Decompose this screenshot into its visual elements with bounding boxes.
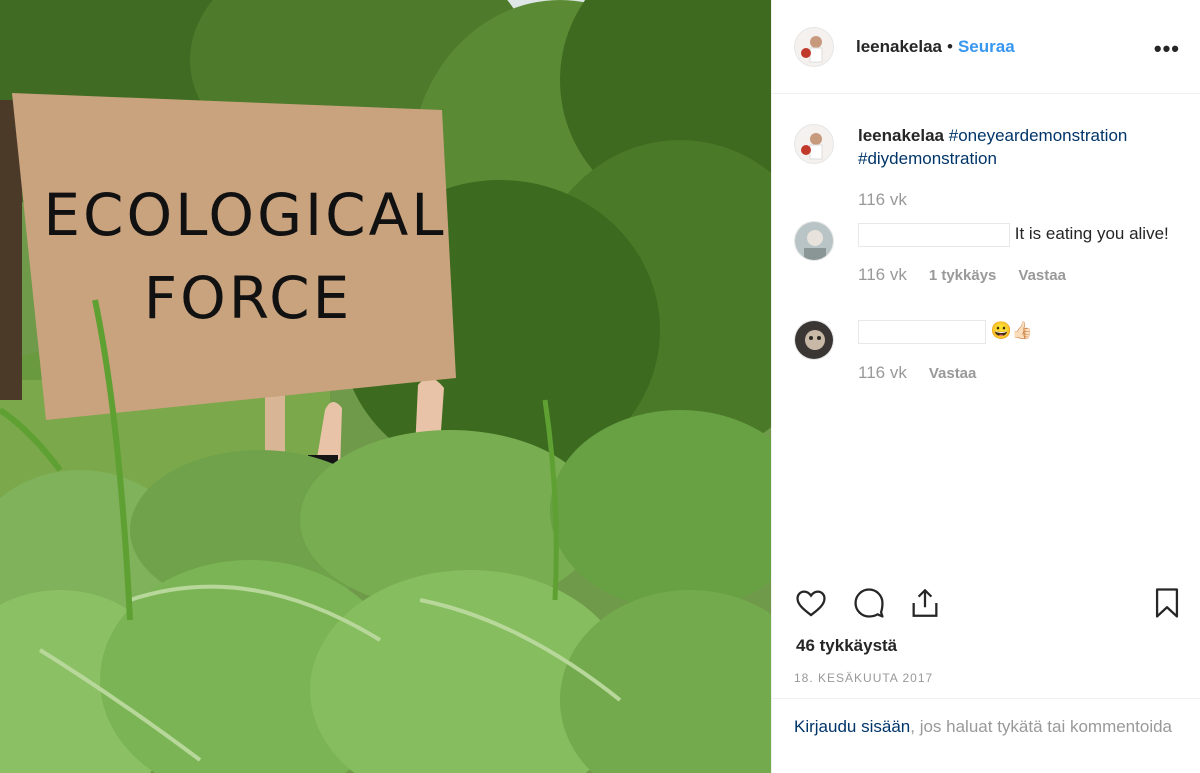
follow-button[interactable]: Seuraa [958,37,1015,56]
comment-timestamp[interactable]: 116 vk [858,265,907,284]
hashtag-link[interactable]: #oneyeardemonstration [949,126,1128,145]
commenter-avatar[interactable] [794,221,834,261]
header-username[interactable]: leenakelaa [856,37,942,56]
caption-username[interactable]: leenakelaa [858,126,944,145]
sign-text-line1: ECOLOGICAL [43,181,446,249]
comment-item: It is eating you alive! [858,222,1188,247]
author-avatar[interactable] [794,27,834,67]
reply-button[interactable]: Vastaa [929,365,977,382]
hashtag-link[interactable]: #diydemonstration [858,149,997,168]
more-options-icon[interactable]: ••• [1154,36,1180,62]
comment-timestamp[interactable]: 116 vk [858,363,907,382]
caption-avatar-image [795,125,833,163]
header-separator: • [947,37,953,56]
caption-timestamp[interactable]: 116 vk [858,190,907,209]
comment-meta: 116 vk Vastaa [858,363,976,383]
comment-text: 😀👍🏻 [990,321,1034,340]
commenter-avatar-image [795,321,833,359]
reply-button[interactable]: Vastaa [1018,267,1066,284]
redacted-username [858,319,986,344]
author-avatar-image [795,28,833,66]
caption-avatar[interactable] [794,124,834,164]
caption-text: leenakelaa #oneyeardemonstration #diydem… [858,124,1178,170]
post-date: 18. KESÄKUUTA 2017 [794,671,934,685]
login-link[interactable]: Kirjaudu sisään [794,717,910,736]
post-photo[interactable]: ECOLOGICAL FORCE [0,0,771,773]
comment-likes-link[interactable]: 1 tykkäys [929,267,997,284]
sign-text-line2: FORCE [144,264,353,332]
comment-item: 😀👍🏻 [858,319,1178,344]
photo-scene: ECOLOGICAL FORCE [0,0,771,773]
heart-icon[interactable] [794,586,828,625]
redacted-username [858,222,1010,247]
post-side-panel: leenakelaa • Seuraa ••• leenakelaa #oneyea… [771,0,1200,773]
post-header: leenakelaa • Seuraa ••• [772,0,1200,94]
commenter-avatar[interactable] [794,320,834,360]
caption-meta: 116 vk [858,190,907,210]
post-actions [772,586,1200,626]
comment-icon[interactable] [852,586,886,625]
header-user-line: leenakelaa • Seuraa [856,37,1015,57]
comment-text: It is eating you alive! [1014,224,1169,243]
share-icon[interactable] [908,586,942,625]
login-prompt-text: , jos haluat tykätä tai kommentoida [910,717,1172,736]
comment-meta: 116 vk 1 tykkäys Vastaa [858,265,1066,285]
login-prompt: Kirjaudu sisään, jos haluat tykätä tai k… [772,698,1200,773]
likes-count[interactable]: 46 tykkäystä [796,636,897,656]
commenter-avatar-image [795,222,833,260]
bookmark-icon[interactable] [1150,586,1184,625]
